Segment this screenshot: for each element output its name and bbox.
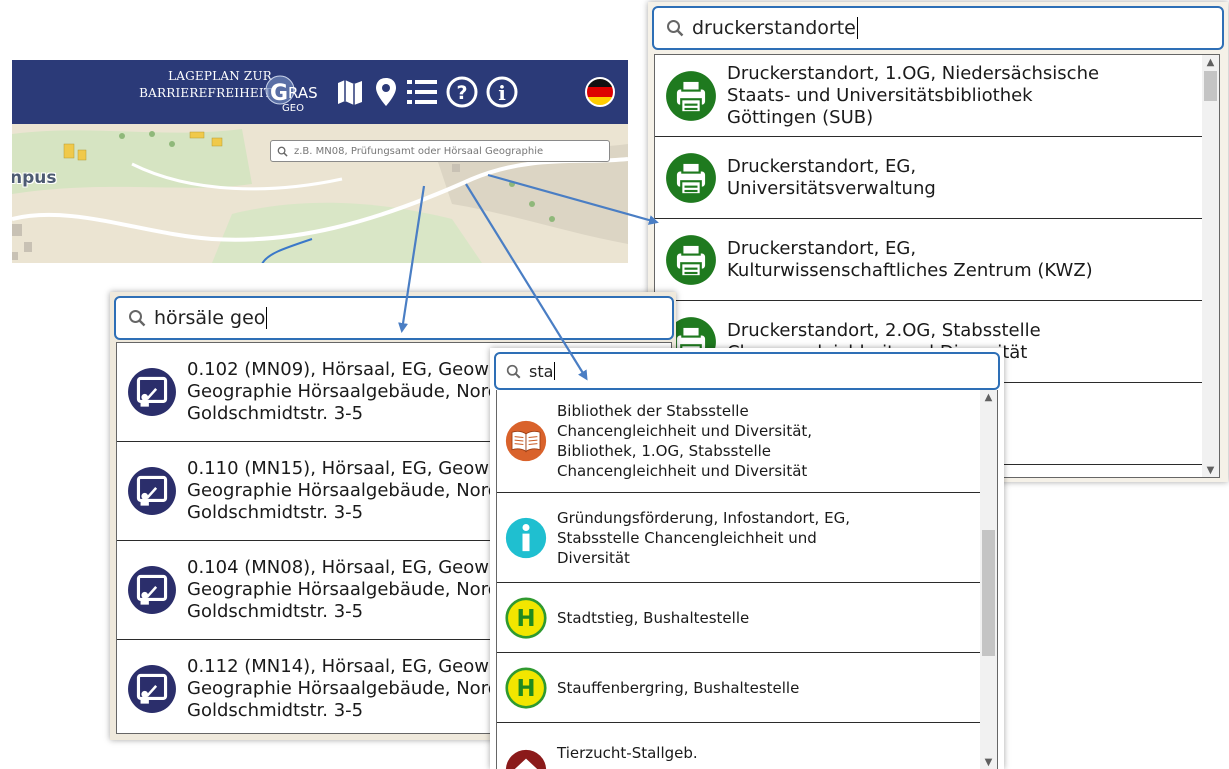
result-item-line: Diversität (557, 548, 630, 567)
result-item-label: Druckerstandort, EG, Kulturwissenschaftli… (727, 238, 1093, 282)
building-icon (505, 749, 547, 769)
result-item-line: Universitätsverwaltung (727, 177, 936, 199)
result-item-line: Chancengleichheit und Diversität (557, 462, 808, 480)
logo-sub: GEO (282, 103, 304, 114)
result-item-line: Druckerstandort, EG, (727, 155, 917, 177)
result-item-label: Stadtstieg, Bushaltestelle (557, 608, 749, 628)
scroll-up-icon[interactable]: ▲ (1202, 55, 1219, 69)
bus-stop-icon: H (505, 666, 547, 709)
result-item-line: Stadtstieg, Bushaltestelle (557, 608, 750, 627)
result-item[interactable]: H Stadtstieg, Bushaltestelle (497, 583, 997, 653)
scroll-down-icon[interactable]: ▼ (980, 755, 997, 769)
result-item-line: Kulturwissenschaftliches Zentrum (KWZ) (727, 259, 1093, 281)
map-view[interactable]: npus z.B. MN08, Prüfungsamt oder Hörsaal… (12, 124, 628, 263)
results-list-sta[interactable]: Bibliothek der Stabsstelle Chancengleichh… (496, 390, 998, 769)
result-item[interactable]: Tierzucht-Stallgeb. (497, 723, 997, 769)
map-campus-label: npus (12, 168, 57, 188)
lecture-hall-icon (127, 565, 177, 615)
result-item-line: Stabsstelle Chancengleichheit und (557, 528, 817, 547)
result-item-line: Bibliothek, 1.OG, Stabsstelle (557, 442, 772, 460)
search-icon (277, 146, 288, 157)
result-item[interactable]: Druckerstandort, 1.OG, Niedersächsische S… (655, 55, 1219, 137)
result-item-label: Gründungsförderung, Infostandort, EG, Sta… (557, 508, 850, 568)
text-caret (554, 362, 556, 380)
help-icon[interactable]: ? (446, 75, 478, 109)
printer-icon (665, 234, 717, 286)
gras-geo-logo[interactable]: G RAS GEO (260, 68, 330, 116)
search-input-hoersaele[interactable]: hörsäle geo (114, 296, 674, 340)
text-caret (266, 307, 268, 329)
result-item-line: Göttingen (SUB) (727, 106, 874, 128)
result-item-label: Stauffenbergring, Bushaltestelle (557, 678, 799, 698)
result-item-line: Tierzucht-Stallgeb. (557, 743, 698, 762)
lecture-hall-icon (127, 664, 177, 714)
bus-stop-icon: H (505, 596, 547, 639)
result-item-label: Tierzucht-Stallgeb. (557, 743, 698, 763)
library-book-icon (505, 420, 547, 462)
result-item-line: Druckerstandort, EG, (727, 237, 917, 259)
scrollbar-thumb[interactable] (1204, 71, 1217, 101)
app-title-line2: BARRIEREFREIHEIT (139, 86, 272, 100)
info-icon[interactable]: i (486, 75, 518, 109)
result-item[interactable]: Bibliothek der Stabsstelle Chancengleichh… (497, 390, 997, 493)
app-title-line1: LAGEPLAN ZUR (168, 69, 272, 83)
result-item-line: Bibliothek der Stabsstelle (557, 402, 749, 420)
list-icon[interactable] (406, 75, 438, 109)
result-item-line: Druckerstandort, 1.OG, Niedersächsische (727, 62, 1100, 84)
search-icon (129, 310, 146, 327)
map-icon[interactable] (334, 75, 366, 109)
search-input-sta[interactable]: sta (494, 352, 1000, 390)
search-query: druckerstandorte (692, 17, 856, 39)
app-title: LAGEPLAN ZUR BARRIEREFREIHEIT (124, 68, 272, 102)
result-item-line: Gründungsförderung, Infostandort, EG, (557, 508, 850, 527)
map-search-input[interactable]: z.B. MN08, Prüfungsamt oder Hörsaal Geog… (270, 140, 610, 162)
printer-icon (665, 152, 717, 204)
result-item-line: Chancengleichheit und Diversität, (557, 422, 813, 440)
scroll-down-icon[interactable]: ▼ (1202, 463, 1219, 477)
result-item[interactable]: Druckerstandort, EG, Universitätsverwaltu… (655, 137, 1219, 219)
scrollbar[interactable]: ▲ ▼ (980, 390, 997, 769)
result-item[interactable]: Gründungsförderung, Infostandort, EG, Sta… (497, 493, 997, 583)
map-search-placeholder: z.B. MN08, Prüfungsamt oder Hörsaal Geog… (294, 145, 544, 157)
svg-text:H: H (516, 675, 535, 701)
search-icon (667, 20, 684, 37)
app-toolbar: LAGEPLAN ZUR BARRIEREFREIHEIT G RAS GEO … (12, 60, 628, 124)
result-item-line: Druckerstandort, 2.OG, Stabsstelle (727, 319, 1041, 341)
result-item-line: Staats- und Universitätsbibliothek (727, 84, 1033, 106)
location-pin-icon[interactable] (370, 75, 402, 109)
printer-icon (665, 70, 717, 122)
result-item[interactable]: H Stauffenbergring, Bushaltestelle (497, 653, 997, 723)
german-flag-icon[interactable] (584, 75, 616, 109)
logo-text: RAS (288, 84, 318, 102)
map-app-window: LAGEPLAN ZUR BARRIEREFREIHEIT G RAS GEO … (12, 60, 628, 263)
svg-text:?: ? (456, 82, 467, 104)
result-item-label: Druckerstandort, 1.OG, Niedersächsische S… (727, 63, 1099, 129)
result-item[interactable]: Druckerstandort, EG, Kulturwissenschaftli… (655, 219, 1219, 301)
result-item-line: Stauffenbergring, Bushaltestelle (557, 678, 800, 697)
search-input-drucker[interactable]: druckerstandorte (652, 6, 1224, 50)
text-caret (856, 17, 858, 39)
search-query: hörsäle geo (154, 307, 266, 329)
search-icon (506, 364, 521, 378)
lecture-hall-icon (127, 367, 177, 417)
result-item-label: Bibliothek der Stabsstelle Chancengleichh… (557, 401, 812, 481)
scrollbar-thumb[interactable] (982, 530, 995, 656)
scroll-up-icon[interactable]: ▲ (980, 390, 997, 404)
svg-text:H: H (516, 605, 535, 631)
scrollbar[interactable]: ▲ ▼ (1202, 55, 1219, 477)
lecture-hall-icon (127, 466, 177, 516)
result-item-label: Druckerstandort, EG, Universitätsverwaltu… (727, 156, 936, 200)
svg-text:i: i (498, 81, 506, 105)
info-icon (505, 517, 547, 559)
search-panel-sta: sta Bibliothek der Stabsstelle Chancengle… (490, 348, 1004, 769)
search-query: sta (529, 361, 554, 381)
